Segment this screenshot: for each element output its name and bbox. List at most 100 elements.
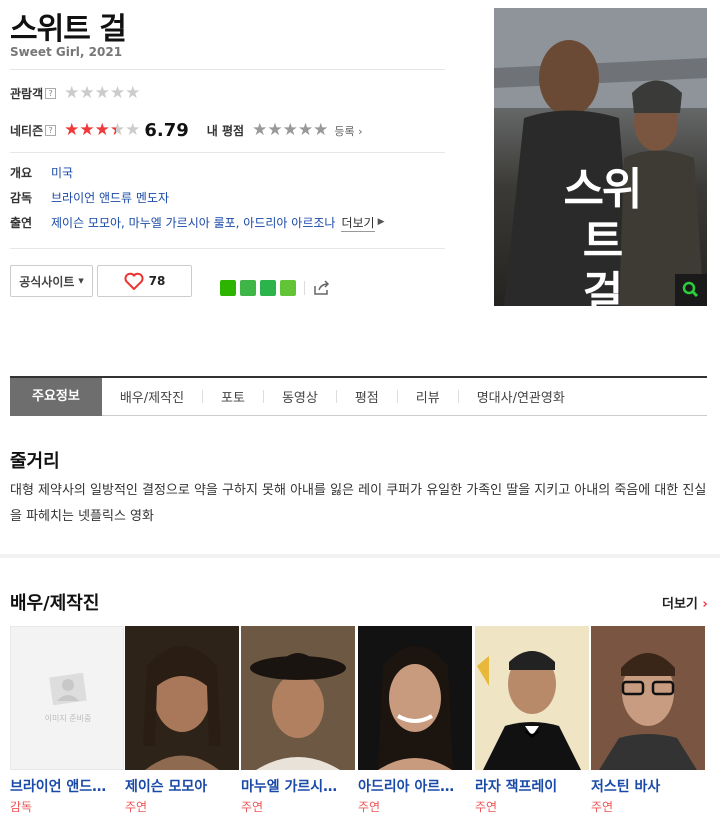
separator: [304, 281, 305, 295]
movie-poster[interactable]: 스위트 걸: [494, 8, 707, 306]
official-site-button[interactable]: 공식사이트 ▼: [10, 265, 93, 297]
cast-card[interactable]: 이미지 준비중 브라이언 앤드… 감독: [10, 626, 124, 815]
band-share-icon[interactable]: [220, 280, 236, 296]
cast-more-link[interactable]: 더보기 ›: [662, 593, 708, 612]
tab-video[interactable]: 동영상: [264, 387, 336, 406]
cast-name[interactable]: 마누엘 가르시…: [241, 776, 355, 796]
cast-row: 출연 제이슨 모모아, 마누엘 가르시아 룰포, 아드리아 아르조나 더보기 ▶: [10, 214, 385, 232]
caret-down-icon: ▼: [78, 277, 84, 285]
cast-name[interactable]: 제이슨 모모아: [125, 776, 239, 796]
star-icon: ★: [94, 120, 110, 140]
chevron-right-icon: ›: [358, 124, 363, 138]
cast-section-title: 배우/제작진: [10, 593, 100, 614]
half-star-icon: ★: [109, 120, 126, 140]
help-icon[interactable]: ?: [45, 125, 57, 136]
star-icon: ★: [125, 83, 141, 103]
star-icon[interactable]: ★: [313, 122, 328, 139]
overview-label: 개요: [10, 166, 33, 180]
cast-role: 감독: [10, 800, 33, 814]
divider: [10, 69, 445, 70]
tab-review[interactable]: 리뷰: [398, 387, 458, 406]
tab-quotes-related[interactable]: 명대사/연관영화: [459, 387, 583, 406]
my-rating-stars[interactable]: ★ ★ ★ ★ ★: [252, 122, 328, 139]
synopsis-title: 줄거리: [10, 451, 60, 472]
cast-label: 출연: [10, 216, 33, 230]
triangle-right-icon: ▶: [377, 217, 385, 227]
cast-card[interactable]: 제이슨 모모아 주연: [125, 626, 239, 815]
cast-card[interactable]: 저스틴 바사 주연: [591, 626, 705, 815]
cast-role: 주연: [241, 800, 264, 814]
netizen-stars: ★ ★ ★ ★ ★: [64, 122, 140, 139]
cast-photo-placeholder: 이미지 준비중: [10, 626, 124, 770]
share-icons: [220, 280, 331, 296]
register-label: 등록: [334, 124, 355, 138]
director-row: 감독 브라이언 앤드류 멘도자: [10, 189, 169, 206]
cast-photo: [475, 626, 589, 770]
more-cast-link[interactable]: 더보기: [341, 214, 375, 232]
cast-photo-image: [125, 626, 239, 770]
cast-name[interactable]: 브라이언 앤드…: [10, 776, 124, 796]
cast-card[interactable]: 라자 잭프레이 주연: [475, 626, 589, 815]
tab-photo[interactable]: 포토: [203, 387, 263, 406]
official-site-label: 공식사이트: [19, 274, 75, 289]
more-label: 더보기: [341, 216, 375, 230]
netizen-label: 네티즌: [10, 124, 44, 138]
cast-photo-image: [475, 626, 589, 770]
tab-cast-crew[interactable]: 배우/제작진: [102, 387, 202, 406]
cast-name[interactable]: 아드리아 아르…: [358, 776, 472, 796]
cast-role: 주연: [591, 800, 614, 814]
cast-name[interactable]: 저스틴 바사: [591, 776, 705, 796]
search-icon: [682, 281, 699, 298]
divider: [10, 152, 445, 153]
star-icon[interactable]: ★: [283, 122, 298, 139]
star-icon: ★: [94, 83, 110, 103]
like-button[interactable]: 78: [97, 265, 192, 297]
poster-title-line2: 걸: [582, 268, 623, 306]
help-icon[interactable]: ?: [45, 88, 57, 99]
like-count: 78: [148, 274, 166, 288]
cafe-share-icon[interactable]: [260, 280, 276, 296]
director-label: 감독: [10, 191, 33, 205]
star-icon[interactable]: ★: [267, 122, 282, 139]
audience-rating-row: 관람객 ? ★ ★ ★ ★ ★: [10, 85, 140, 102]
star-icon[interactable]: ★: [252, 122, 267, 139]
cast-card[interactable]: 마누엘 가르시… 주연: [241, 626, 355, 815]
cast-role: 주연: [358, 800, 381, 814]
cast-photo-image: [358, 626, 472, 770]
cast-value[interactable]: 제이슨 모모아, 마누엘 가르시아 룰포, 아드리아 아르조나: [51, 214, 335, 232]
cast-photo: [125, 626, 239, 770]
register-link[interactable]: 등록 ›: [334, 123, 362, 139]
placeholder-text: 이미지 준비중: [44, 714, 92, 723]
poster-title: 스위트 걸: [552, 164, 652, 306]
cast-photo: [591, 626, 705, 770]
star-icon: ★: [64, 120, 80, 140]
cast-card[interactable]: 아드리아 아르… 주연: [358, 626, 472, 815]
cast-name[interactable]: 라자 잭프레이: [475, 776, 589, 796]
memo-share-icon[interactable]: [280, 280, 296, 296]
my-rating-label: 내 평점: [206, 124, 245, 138]
tab-bar: 주요정보 배우/제작진 포토 동영상 평점 리뷰 명대사/연관영화: [10, 376, 707, 416]
star-icon: ★: [125, 120, 141, 140]
netizen-score: 6.79: [144, 120, 189, 141]
overview-value[interactable]: 미국: [51, 164, 73, 181]
tab-rating[interactable]: 평점: [337, 387, 397, 406]
star-icon: ★: [109, 83, 126, 103]
chevron-right-icon: ›: [702, 597, 708, 612]
star-icon[interactable]: ★: [298, 122, 313, 139]
overview-row: 개요 미국: [10, 164, 73, 181]
cast-role: 주연: [475, 800, 498, 814]
zoom-button[interactable]: [675, 274, 707, 306]
heart-icon: [124, 272, 144, 290]
movie-title: 스위트 걸: [10, 12, 127, 47]
movie-subtitle: Sweet Girl, 2021: [10, 45, 123, 59]
cast-photo: [241, 626, 355, 770]
share-icon[interactable]: [313, 280, 331, 296]
star-icon: ★: [79, 120, 95, 140]
blog-share-icon[interactable]: [240, 280, 256, 296]
person-placeholder-icon: [49, 672, 87, 706]
director-value[interactable]: 브라이언 앤드류 멘도자: [51, 189, 169, 206]
netizen-rating-row: 네티즌 ? ★ ★ ★ ★ ★ 6.79 내 평점 ★ ★ ★ ★ ★ 등록 ›: [10, 120, 363, 141]
star-icon: ★: [64, 83, 80, 103]
synopsis-text: 대형 제약사의 일방적인 결정으로 약을 구하지 못해 아내를 잃은 레이 쿠퍼…: [10, 483, 707, 524]
tab-main-info[interactable]: 주요정보: [10, 377, 102, 416]
